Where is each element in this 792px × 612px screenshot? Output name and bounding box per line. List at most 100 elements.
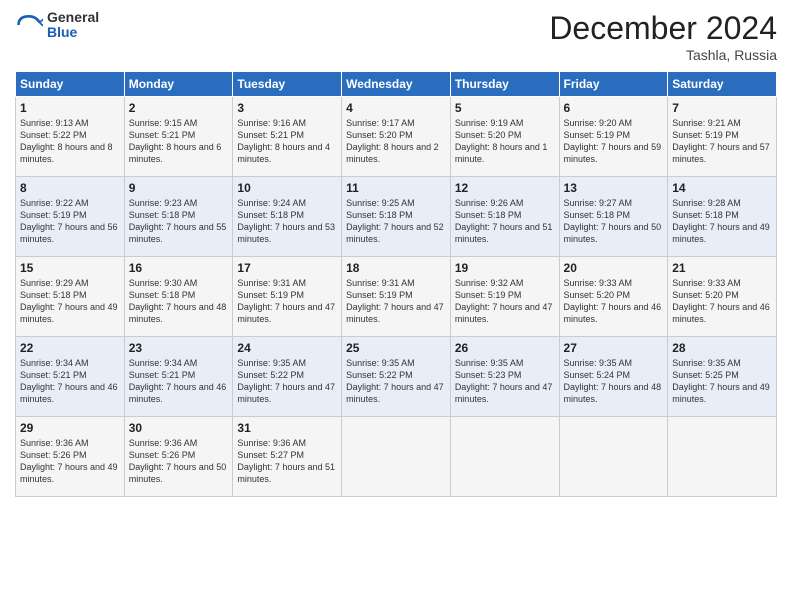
day-cell: 4 Sunrise: 9:17 AM Sunset: 5:20 PM Dayli… (342, 97, 451, 177)
day-cell: 28 Sunrise: 9:35 AM Sunset: 5:25 PM Dayl… (668, 337, 777, 417)
day-number: 1 (20, 101, 120, 115)
col-wednesday: Wednesday (342, 72, 451, 97)
sunrise: Sunrise: 9:20 AM (564, 118, 633, 128)
day-info: Sunrise: 9:24 AM Sunset: 5:18 PM Dayligh… (237, 197, 337, 246)
week-row-3: 15 Sunrise: 9:29 AM Sunset: 5:18 PM Dayl… (16, 257, 777, 337)
day-info: Sunrise: 9:32 AM Sunset: 5:19 PM Dayligh… (455, 277, 555, 326)
daylight: Daylight: 7 hours and 47 minutes. (455, 382, 553, 404)
day-info: Sunrise: 9:31 AM Sunset: 5:19 PM Dayligh… (237, 277, 337, 326)
day-cell: 14 Sunrise: 9:28 AM Sunset: 5:18 PM Dayl… (668, 177, 777, 257)
day-cell: 22 Sunrise: 9:34 AM Sunset: 5:21 PM Dayl… (16, 337, 125, 417)
daylight: Daylight: 7 hours and 50 minutes. (129, 462, 227, 484)
daylight: Daylight: 7 hours and 51 minutes. (455, 222, 553, 244)
sunrise: Sunrise: 9:26 AM (455, 198, 524, 208)
day-info: Sunrise: 9:36 AM Sunset: 5:27 PM Dayligh… (237, 437, 337, 486)
daylight: Daylight: 7 hours and 55 minutes. (129, 222, 227, 244)
main-title: December 2024 (549, 10, 777, 47)
day-number: 26 (455, 341, 555, 355)
daylight: Daylight: 8 hours and 8 minutes. (20, 142, 113, 164)
sunrise: Sunrise: 9:36 AM (20, 438, 89, 448)
sunrise: Sunrise: 9:36 AM (237, 438, 306, 448)
day-info: Sunrise: 9:28 AM Sunset: 5:18 PM Dayligh… (672, 197, 772, 246)
logo-general: General (47, 10, 99, 25)
day-info: Sunrise: 9:22 AM Sunset: 5:19 PM Dayligh… (20, 197, 120, 246)
header: General Blue December 2024 Tashla, Russi… (15, 10, 777, 63)
sunset: Sunset: 5:23 PM (455, 370, 522, 380)
day-info: Sunrise: 9:20 AM Sunset: 5:19 PM Dayligh… (564, 117, 664, 166)
sunrise: Sunrise: 9:35 AM (564, 358, 633, 368)
sunset: Sunset: 5:18 PM (672, 210, 739, 220)
day-number: 28 (672, 341, 772, 355)
day-number: 10 (237, 181, 337, 195)
day-number: 14 (672, 181, 772, 195)
day-cell: 5 Sunrise: 9:19 AM Sunset: 5:20 PM Dayli… (450, 97, 559, 177)
day-info: Sunrise: 9:21 AM Sunset: 5:19 PM Dayligh… (672, 117, 772, 166)
day-number: 13 (564, 181, 664, 195)
day-number: 24 (237, 341, 337, 355)
subtitle: Tashla, Russia (549, 47, 777, 63)
day-number: 6 (564, 101, 664, 115)
day-cell: 9 Sunrise: 9:23 AM Sunset: 5:18 PM Dayli… (124, 177, 233, 257)
day-number: 21 (672, 261, 772, 275)
daylight: Daylight: 7 hours and 48 minutes. (129, 302, 227, 324)
day-number: 5 (455, 101, 555, 115)
sunrise: Sunrise: 9:31 AM (237, 278, 306, 288)
day-number: 27 (564, 341, 664, 355)
day-cell: 1 Sunrise: 9:13 AM Sunset: 5:22 PM Dayli… (16, 97, 125, 177)
day-number: 2 (129, 101, 229, 115)
sunset: Sunset: 5:20 PM (455, 130, 522, 140)
day-number: 3 (237, 101, 337, 115)
col-sunday: Sunday (16, 72, 125, 97)
day-cell: 19 Sunrise: 9:32 AM Sunset: 5:19 PM Dayl… (450, 257, 559, 337)
col-thursday: Thursday (450, 72, 559, 97)
col-friday: Friday (559, 72, 668, 97)
day-cell: 13 Sunrise: 9:27 AM Sunset: 5:18 PM Dayl… (559, 177, 668, 257)
daylight: Daylight: 7 hours and 46 minutes. (672, 302, 770, 324)
day-cell: 11 Sunrise: 9:25 AM Sunset: 5:18 PM Dayl… (342, 177, 451, 257)
sunrise: Sunrise: 9:27 AM (564, 198, 633, 208)
col-saturday: Saturday (668, 72, 777, 97)
daylight: Daylight: 7 hours and 59 minutes. (564, 142, 662, 164)
day-cell: 23 Sunrise: 9:34 AM Sunset: 5:21 PM Dayl… (124, 337, 233, 417)
sunset: Sunset: 5:25 PM (672, 370, 739, 380)
sunset: Sunset: 5:19 PM (346, 290, 413, 300)
week-row-4: 22 Sunrise: 9:34 AM Sunset: 5:21 PM Dayl… (16, 337, 777, 417)
sunset: Sunset: 5:27 PM (237, 450, 304, 460)
sunset: Sunset: 5:20 PM (564, 290, 631, 300)
sunrise: Sunrise: 9:33 AM (564, 278, 633, 288)
day-info: Sunrise: 9:29 AM Sunset: 5:18 PM Dayligh… (20, 277, 120, 326)
day-info: Sunrise: 9:33 AM Sunset: 5:20 PM Dayligh… (564, 277, 664, 326)
day-number: 15 (20, 261, 120, 275)
day-info: Sunrise: 9:30 AM Sunset: 5:18 PM Dayligh… (129, 277, 229, 326)
sunrise: Sunrise: 9:22 AM (20, 198, 89, 208)
week-row-5: 29 Sunrise: 9:36 AM Sunset: 5:26 PM Dayl… (16, 417, 777, 497)
daylight: Daylight: 7 hours and 49 minutes. (672, 382, 770, 404)
sunrise: Sunrise: 9:35 AM (672, 358, 741, 368)
daylight: Daylight: 7 hours and 48 minutes. (564, 382, 662, 404)
sunset: Sunset: 5:24 PM (564, 370, 631, 380)
day-cell: 18 Sunrise: 9:31 AM Sunset: 5:19 PM Dayl… (342, 257, 451, 337)
day-cell: 27 Sunrise: 9:35 AM Sunset: 5:24 PM Dayl… (559, 337, 668, 417)
sunset: Sunset: 5:19 PM (237, 290, 304, 300)
daylight: Daylight: 7 hours and 46 minutes. (564, 302, 662, 324)
sunrise: Sunrise: 9:13 AM (20, 118, 89, 128)
daylight: Daylight: 7 hours and 47 minutes. (237, 302, 335, 324)
day-cell: 10 Sunrise: 9:24 AM Sunset: 5:18 PM Dayl… (233, 177, 342, 257)
day-number: 18 (346, 261, 446, 275)
day-number: 29 (20, 421, 120, 435)
day-cell (450, 417, 559, 497)
daylight: Daylight: 7 hours and 49 minutes. (672, 222, 770, 244)
sunset: Sunset: 5:26 PM (129, 450, 196, 460)
daylight: Daylight: 7 hours and 51 minutes. (237, 462, 335, 484)
logo: General Blue (15, 10, 99, 41)
daylight: Daylight: 7 hours and 47 minutes. (346, 302, 444, 324)
day-info: Sunrise: 9:23 AM Sunset: 5:18 PM Dayligh… (129, 197, 229, 246)
day-cell: 17 Sunrise: 9:31 AM Sunset: 5:19 PM Dayl… (233, 257, 342, 337)
day-info: Sunrise: 9:36 AM Sunset: 5:26 PM Dayligh… (129, 437, 229, 486)
daylight: Daylight: 7 hours and 47 minutes. (237, 382, 335, 404)
sunset: Sunset: 5:18 PM (237, 210, 304, 220)
day-cell (668, 417, 777, 497)
day-info: Sunrise: 9:25 AM Sunset: 5:18 PM Dayligh… (346, 197, 446, 246)
sunrise: Sunrise: 9:31 AM (346, 278, 415, 288)
sunrise: Sunrise: 9:29 AM (20, 278, 89, 288)
